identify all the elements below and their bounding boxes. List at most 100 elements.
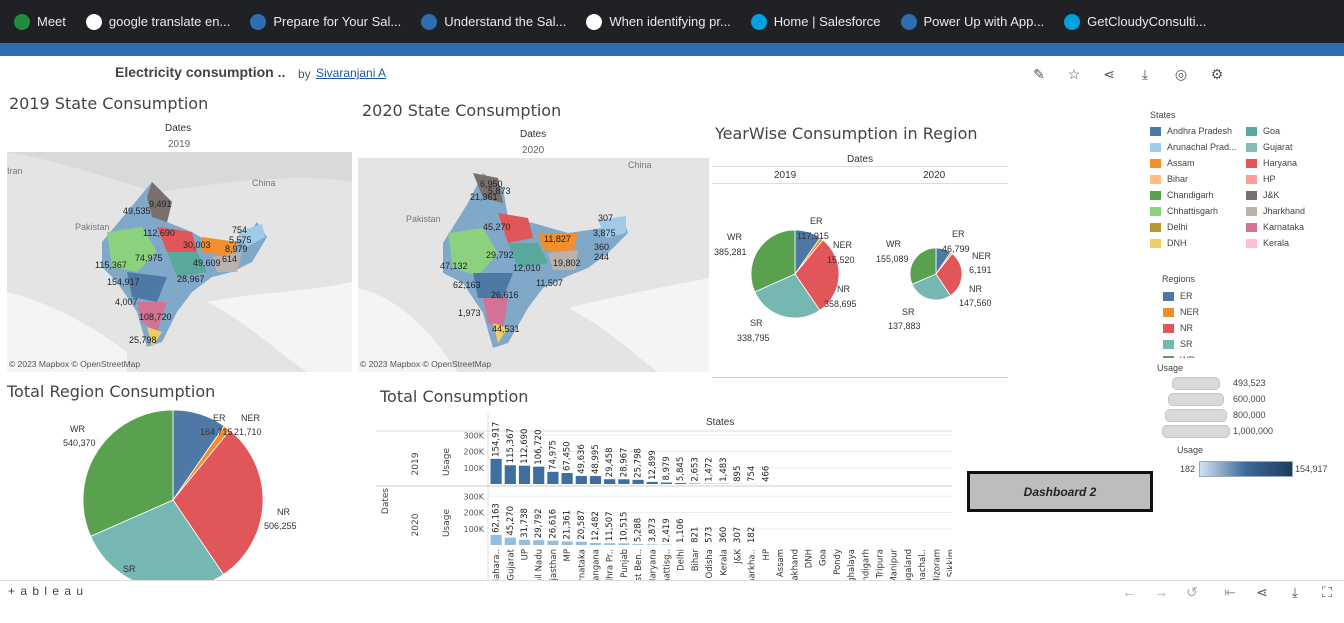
legend-region-item[interactable]: NER: [1163, 304, 1199, 320]
edit-icon[interactable]: ✎: [1030, 65, 1048, 83]
chart-category-label: Delhi: [677, 549, 687, 571]
chart-bar[interactable]: [632, 544, 644, 545]
bookmark-0[interactable]: Meet: [14, 13, 66, 30]
chart-bar[interactable]: [490, 458, 502, 484]
chart-year-label-2020: 2020: [411, 513, 421, 536]
chart-bar[interactable]: [589, 476, 602, 484]
chart-bar[interactable]: [589, 542, 602, 545]
chart-bar[interactable]: [646, 481, 658, 484]
chart-bar[interactable]: [646, 544, 658, 545]
chart-category-label: Punjab: [620, 549, 630, 578]
chart-value-label: 1,472: [705, 457, 715, 481]
chart-bar[interactable]: [547, 471, 559, 484]
download-footer-icon[interactable]: ⤓: [1286, 583, 1304, 601]
bookmark-4[interactable]: When identifying pr...: [586, 13, 731, 30]
undo-icon[interactable]: ←: [1120, 583, 1138, 601]
legend-state-item[interactable]: Gujarat: [1246, 139, 1320, 155]
map-2019[interactable]: Iran Pakistan China 9,491 49,535 112,690 74…: [7, 152, 352, 372]
tr-ner: NER: [241, 413, 261, 423]
map-2020-value-label: 62,163: [453, 280, 481, 290]
legend-label: 600,000: [1233, 394, 1266, 404]
bookmark-3[interactable]: Understand the Sal...: [421, 13, 566, 30]
chart-bar[interactable]: [547, 540, 559, 545]
legend-region-item[interactable]: WR: [1163, 352, 1199, 358]
chart-category-label: Chandigarh: [861, 549, 871, 580]
bookmark-2[interactable]: Prepare for Your Sal...: [250, 13, 401, 30]
legend-state-item[interactable]: DNH: [1150, 235, 1246, 251]
chart-bar[interactable]: [518, 465, 531, 484]
chart-bar[interactable]: [604, 543, 616, 545]
badge-icon[interactable]: ◎: [1172, 65, 1190, 83]
legend-state-item[interactable]: J&K: [1246, 187, 1320, 203]
chart-bar[interactable]: [504, 537, 516, 545]
map-2020[interactable]: Pakistan China 6,950 5,873 21,361 45,270 29,…: [358, 158, 709, 372]
legend-label: WR: [1180, 355, 1195, 358]
chart-category-label: Sikkim: [947, 549, 953, 577]
map-2019-value-label: 108,720: [139, 312, 172, 322]
chart-bar[interactable]: [604, 479, 616, 484]
download-icon[interactable]: ⤓: [1136, 65, 1154, 83]
chart-bar[interactable]: [575, 475, 587, 484]
legend-region-item[interactable]: ER: [1163, 288, 1199, 304]
yearwise-pies[interactable]: [712, 184, 1008, 374]
fullscreen-icon[interactable]: ⛶: [1318, 583, 1336, 601]
chart-bar[interactable]: [561, 473, 573, 484]
legend-state-item[interactable]: HP: [1246, 171, 1320, 187]
legend-label: Gujarat: [1263, 142, 1293, 152]
legend-usage-size: 493,523 600,000 800,000 1,000,000: [1160, 376, 1320, 440]
chart-bar[interactable]: [490, 534, 502, 545]
chart-value-label: 74,975: [548, 440, 558, 470]
dashboard-2-button[interactable]: Dashboard 2: [967, 471, 1153, 512]
reset-icon[interactable]: ⇤: [1221, 583, 1239, 601]
chart-value-label: 821: [690, 527, 700, 543]
legend-region-item[interactable]: NR: [1163, 320, 1199, 336]
chart-bar[interactable]: [533, 466, 545, 484]
chart-bar[interactable]: [618, 479, 630, 484]
chart-bar[interactable]: [632, 479, 644, 484]
chart-value-label: 106,720: [534, 430, 544, 465]
legend-state-item[interactable]: Kerala: [1246, 235, 1320, 251]
revert-icon[interactable]: ↺: [1183, 583, 1201, 601]
legend-state-item[interactable]: Delhi: [1150, 219, 1246, 235]
author-link[interactable]: Sivaranjani A: [316, 66, 386, 80]
legend-regions-title: Regions: [1162, 274, 1196, 284]
chart-value-label: 12,482: [591, 511, 601, 541]
bookmark-5[interactable]: Home | Salesforce: [750, 13, 881, 30]
legend-state-item[interactable]: Chandigarh: [1150, 187, 1246, 203]
legend-state-item[interactable]: Bihar: [1150, 171, 1246, 187]
map-2019-value-label: 112,690: [143, 228, 175, 238]
settings-gear-icon[interactable]: ⚙: [1208, 65, 1226, 83]
redo-icon[interactable]: →: [1152, 583, 1170, 601]
legend-state-item[interactable]: Chhattisgarh: [1150, 203, 1246, 219]
legend-state-item[interactable]: Jharkhand: [1246, 203, 1320, 219]
legend-state-item[interactable]: Arunachal Prad...: [1150, 139, 1246, 155]
legend-state-item[interactable]: Haryana: [1246, 155, 1320, 171]
bookmark-1[interactable]: google translate en...: [85, 13, 230, 30]
chart-bar[interactable]: [675, 483, 687, 484]
share-footer-icon[interactable]: ⋖: [1253, 583, 1271, 601]
bookmark-7[interactable]: GetCloudyConsulti...: [1064, 13, 1206, 30]
total-consumption-chart[interactable]: 2019 Usage 300K 200K 100K 154,917 115,367 112,6…: [376, 413, 952, 580]
legend-region-item[interactable]: SR: [1163, 336, 1199, 352]
map-2020-value-label: 29,792: [486, 250, 514, 260]
favorite-star-icon[interactable]: ☆: [1065, 65, 1083, 83]
bookmark-6[interactable]: Power Up with App...: [900, 13, 1044, 30]
chart-bar[interactable]: [533, 540, 545, 545]
chart-bar[interactable]: [575, 541, 587, 545]
legend-swatch: [1150, 158, 1161, 168]
google-icon: [586, 13, 603, 30]
legend-usage-item: 800,000: [1160, 408, 1320, 424]
chart-bar[interactable]: [660, 482, 673, 484]
legend-state-item[interactable]: Andhra Pradesh: [1150, 123, 1246, 139]
chart-bar[interactable]: [618, 543, 630, 545]
chart-bar[interactable]: [518, 539, 531, 545]
map-2020-dates-label: Dates: [520, 129, 547, 140]
meet-icon: [14, 13, 30, 30]
legend-state-item[interactable]: Assam: [1150, 155, 1246, 171]
legend-state-item[interactable]: Karnataka: [1246, 219, 1320, 235]
legend-state-item[interactable]: Goa: [1246, 123, 1320, 139]
chart-bar[interactable]: [561, 541, 573, 545]
share-icon[interactable]: ⋖: [1100, 65, 1118, 83]
chart-bar[interactable]: [504, 465, 516, 484]
map-2020-value-label: 244: [594, 252, 610, 262]
